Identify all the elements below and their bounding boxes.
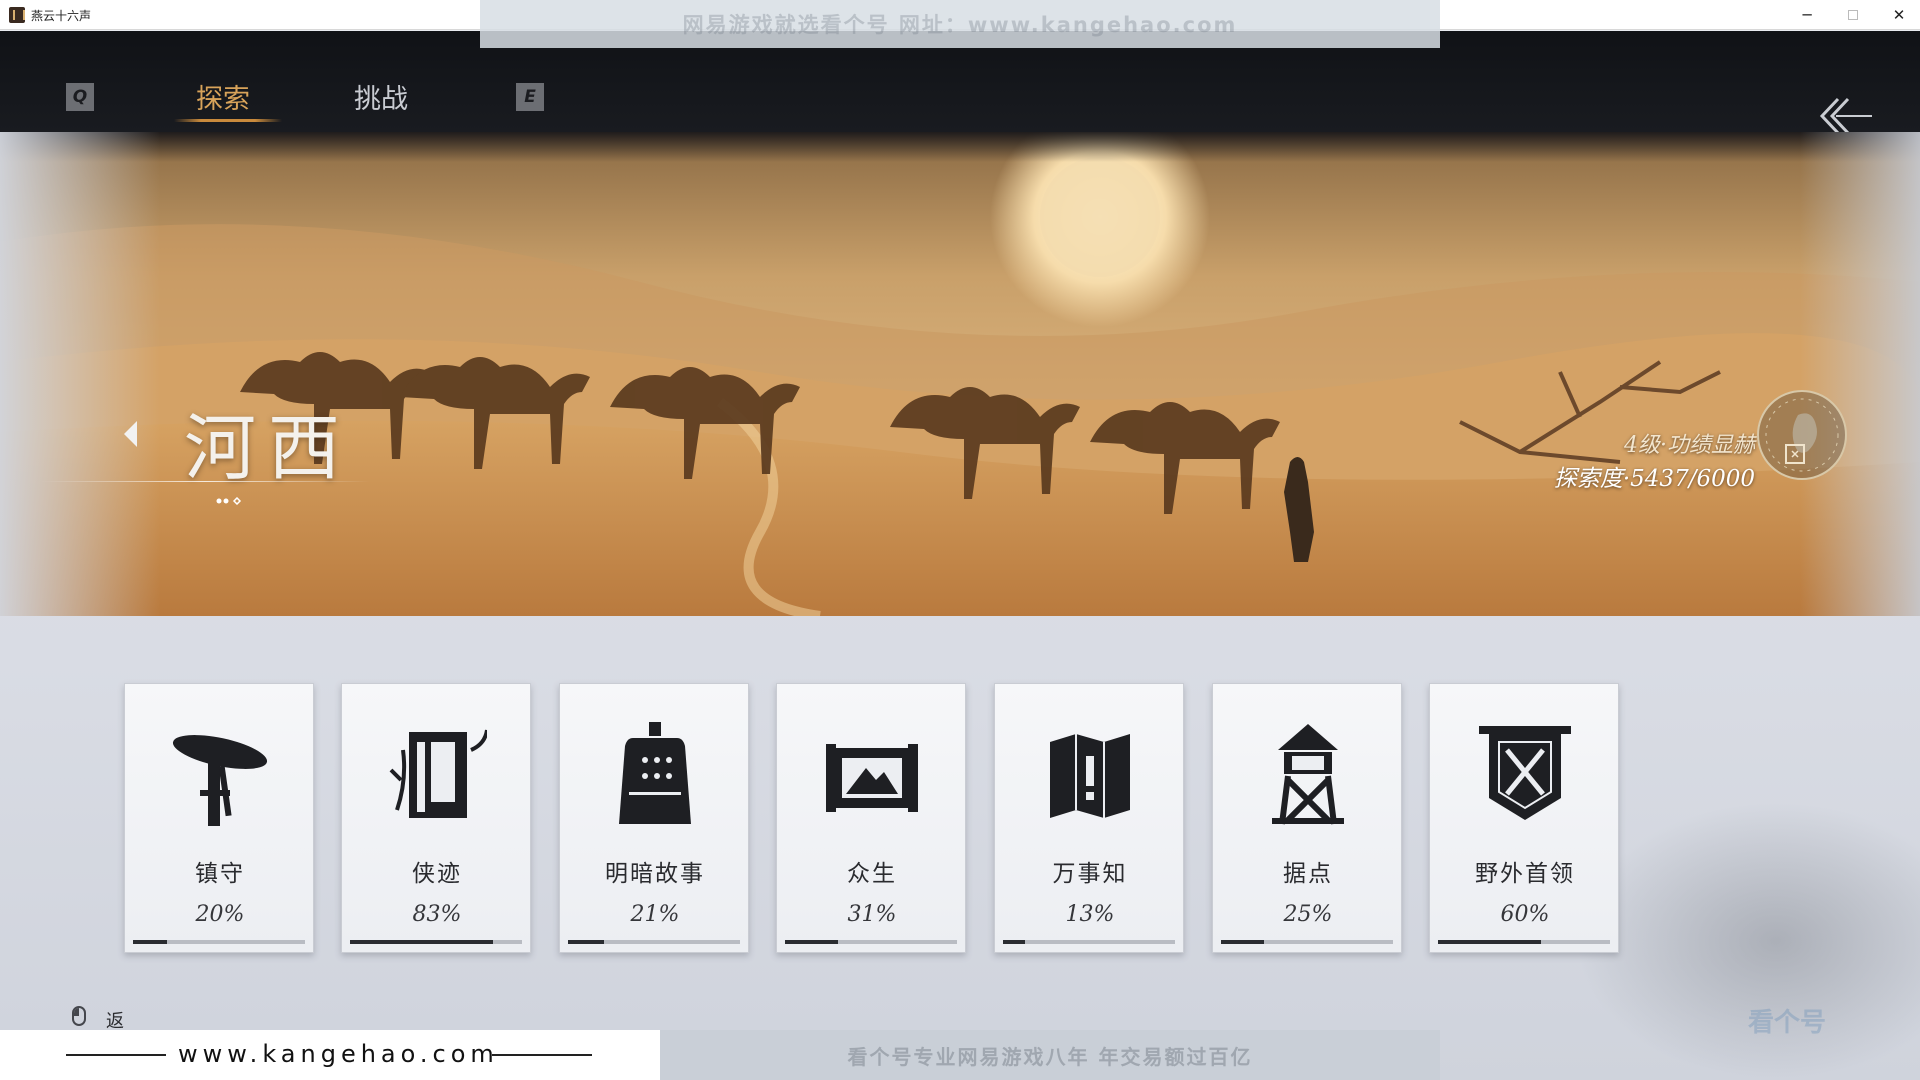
maximize-button[interactable] — [1830, 0, 1876, 30]
category-percent: 13% — [1065, 902, 1115, 927]
category-card-field-bosses[interactable]: 野外首领 60% — [1429, 683, 1619, 953]
maximize-icon — [1848, 10, 1858, 20]
category-percent: 20% — [195, 902, 245, 927]
watermark-line-right — [492, 1054, 592, 1056]
category-label: 众生 — [847, 861, 897, 887]
category-label: 侠迹 — [412, 861, 462, 887]
category-card-defense[interactable]: 镇守 20% — [124, 683, 314, 953]
game-viewport: Q 探索 挑战 E 河西 4级·功绩显赫 探索度·5437/6000 镇守 20… — [0, 31, 1920, 1080]
category-percent: 83% — [412, 902, 462, 927]
category-progress-track — [785, 940, 957, 944]
bell-icon — [619, 722, 691, 824]
category-percent: 60% — [1500, 902, 1550, 927]
category-label: 野外首领 — [1475, 861, 1575, 887]
region-exploration-progress: 探索度·5437/6000 — [1553, 466, 1755, 492]
category-progress-fill — [1003, 940, 1026, 944]
category-progress-track — [350, 940, 522, 944]
minimize-button[interactable]: ─ — [1784, 0, 1830, 30]
hat-sword-icon — [172, 735, 268, 826]
app-icon — [9, 7, 25, 23]
watermark-site: www.kangehao.com — [0, 1030, 660, 1080]
category-progress-fill — [1221, 940, 1264, 944]
crossed-swords-banner-icon — [1479, 726, 1571, 820]
window-title: 燕云十六声 — [31, 9, 92, 23]
banner-left-fade — [0, 132, 160, 616]
scroll-mountain-icon — [826, 744, 918, 812]
category-card-chivalry[interactable]: 侠迹 83% — [341, 683, 531, 953]
region-name: 河西 — [184, 406, 353, 490]
category-progress-fill — [785, 940, 839, 944]
category-card-people[interactable]: 众生 31% — [776, 683, 966, 953]
category-progress-fill — [1438, 940, 1542, 944]
next-tab-key-hint[interactable]: E — [516, 83, 544, 111]
category-card-stories[interactable]: 明暗故事 21% — [559, 683, 749, 953]
category-progress-fill — [133, 940, 168, 944]
category-progress-track — [1438, 940, 1610, 944]
category-percent: 25% — [1283, 902, 1333, 927]
category-card-knowledge[interactable]: 万事知 13% — [994, 683, 1184, 953]
region-pager-dots-icon[interactable] — [216, 497, 246, 505]
previous-region-arrow-icon[interactable] — [124, 421, 137, 447]
banner-top-fade — [0, 132, 1920, 162]
desert-landscape-image — [0, 132, 1920, 616]
close-button[interactable]: ✕ — [1876, 0, 1920, 30]
category-progress-fill — [350, 940, 493, 944]
region-map-seal-icon[interactable] — [1754, 387, 1850, 483]
watermark-site-text: www.kangehao.com — [178, 1040, 499, 1068]
category-progress-track — [568, 940, 740, 944]
banner-right-fade — [1800, 132, 1920, 616]
region-banner — [0, 132, 1920, 616]
category-label: 镇守 — [195, 861, 245, 887]
category-card-strongholds[interactable]: 据点 25% — [1212, 683, 1402, 953]
category-percent: 31% — [847, 902, 897, 927]
category-label: 万事知 — [1052, 861, 1128, 887]
tab-explore[interactable]: 探索 — [174, 77, 282, 122]
tab-challenge[interactable]: 挑战 — [354, 77, 408, 116]
watermark-line-left — [66, 1054, 166, 1056]
watchtower-icon — [1272, 724, 1344, 825]
category-percent: 21% — [630, 902, 680, 927]
region-name-divider — [40, 481, 370, 482]
category-progress-track — [1003, 940, 1175, 944]
prev-tab-key-hint[interactable]: Q — [66, 83, 94, 111]
mouse-icon — [72, 1006, 86, 1026]
watermark-top: 网易游戏就选看个号 网址：www.kangehao.com — [480, 0, 1440, 48]
category-progress-fill — [568, 940, 605, 944]
tab-explore-label: 探索 — [196, 84, 250, 115]
category-progress-track — [1221, 940, 1393, 944]
category-label: 据点 — [1283, 861, 1333, 887]
watermark-bottom: 看个号专业网易游戏八年 年交易额过百亿 — [660, 1030, 1440, 1080]
tab-challenge-label: 挑战 — [354, 84, 408, 115]
watermark-logo: 看个号 — [1748, 1008, 1827, 1038]
book-icon — [389, 729, 487, 818]
active-tab-underline — [174, 119, 282, 122]
category-label: 明暗故事 — [605, 861, 705, 887]
category-progress-track — [133, 940, 305, 944]
region-level: 4级·功绩显赫 — [1624, 433, 1755, 458]
map-question-icon — [1050, 734, 1130, 818]
